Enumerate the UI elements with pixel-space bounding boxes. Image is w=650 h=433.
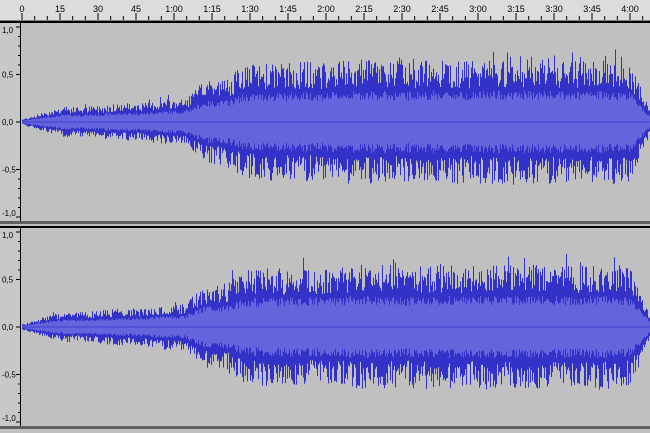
scale-label: 0,0 (2, 118, 14, 127)
ruler-tick-label: 1:00 (165, 4, 183, 14)
scale-label: 1,0 (2, 231, 14, 240)
scale-label: 1,0 (2, 26, 14, 35)
channel-bottom-border (0, 221, 650, 224)
ruler-tick-label: 1:45 (279, 4, 297, 14)
ruler-tick-label: 1:30 (241, 4, 259, 14)
scale-label: 0,5 (2, 276, 14, 285)
channel-bottom[interactable]: 1,0 0,5 0,0 -0,5 -1,0 (0, 226, 650, 429)
ruler-tick-label: 4:00 (621, 4, 639, 14)
channel-bottom-border (0, 426, 650, 429)
scale-label: 0,5 (2, 71, 14, 80)
ruler-tick-label: 2:30 (393, 4, 411, 14)
ruler-tick-label: 3:30 (545, 4, 563, 14)
ruler-tick-label: 3:45 (583, 4, 601, 14)
channel-top-border (0, 226, 650, 228)
scale-label: 0,0 (2, 323, 14, 332)
scale-label: -0,5 (2, 166, 16, 175)
channel-top[interactable]: 1,0 0,5 0,0 -0,5 -1,0 (0, 21, 650, 224)
ruler-tick-label: 15 (55, 4, 65, 14)
timeline-ruler[interactable]: 0 15 30 45 1:00 1:15 1:30 1:45 2:00 2:15 2:30 2:45… (0, 0, 650, 21)
channel-top-border (0, 21, 650, 23)
ruler-start-label: 0 (19, 4, 24, 14)
ruler-tick-label: 1:15 (203, 4, 221, 14)
audio-editor: 0 15 30 45 1:00 1:15 1:30 1:45 2:00 2:15 2:30 2:45… (0, 0, 650, 433)
ruler-tick-label: 2:45 (431, 4, 449, 14)
ruler-tick-label: 3:15 (507, 4, 525, 14)
ruler-tick-label: 30 (93, 4, 103, 14)
ruler-tick-label: 3:00 (469, 4, 487, 14)
ruler-tick-label: 45 (131, 4, 141, 14)
ruler-tick-label: 2:15 (355, 4, 373, 14)
ruler-tick-label: 2:00 (317, 4, 335, 14)
scale-label: -1,0 (2, 209, 16, 218)
scale-label: -1,0 (2, 414, 16, 423)
channels: 1,0 0,5 0,0 -0,5 -1,0 1,0 0,5 0,0 -0,5 -1,0 (0, 21, 650, 429)
scale-label: -0,5 (2, 371, 16, 380)
audio-tracks[interactable]: 1,0 0,5 0,0 -0,5 -1,0 1,0 0,5 0,0 -0,5 -1,0 (0, 21, 650, 433)
